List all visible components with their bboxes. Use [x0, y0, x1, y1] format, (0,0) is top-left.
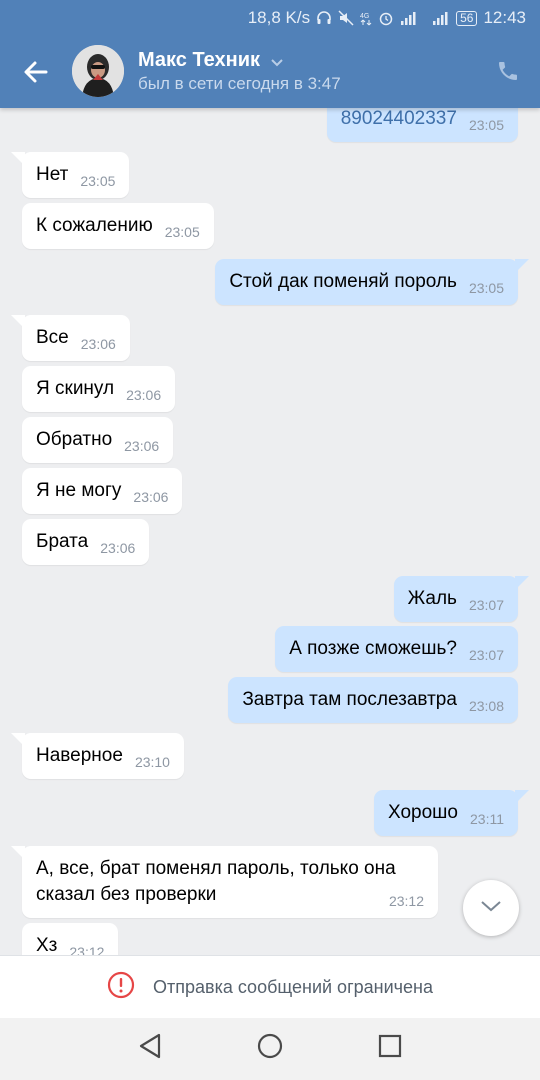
- message-text: Обратно: [36, 429, 113, 450]
- message-time: 23:06: [124, 438, 160, 454]
- message-time: 23:05: [468, 280, 504, 296]
- chat-header: 18,8 K/s 4G 56 12:43 Макс Техник был в с…: [0, 0, 540, 108]
- message-outgoing[interactable]: А позже сможешь? 23:07: [275, 626, 518, 672]
- battery-icon: 56: [456, 10, 478, 26]
- contact-name[interactable]: Макс Техник: [138, 49, 260, 72]
- message-text: А позже сможешь?: [289, 638, 457, 659]
- message-time: 23:05: [468, 117, 504, 133]
- message-incoming[interactable]: Обратно 23:06: [22, 417, 174, 463]
- message-incoming[interactable]: К сожалению 23:05: [22, 203, 214, 249]
- back-arrow-icon[interactable]: [22, 58, 50, 91]
- nav-home-icon[interactable]: [256, 1032, 284, 1065]
- alarm-icon: [378, 10, 394, 26]
- headphones-icon: [316, 10, 332, 26]
- scroll-down-button[interactable]: [463, 880, 519, 936]
- svg-text:4G: 4G: [360, 13, 369, 20]
- message-text: Хз: [36, 935, 58, 955]
- message-incoming[interactable]: Наверное 23:10: [11, 733, 184, 779]
- message-incoming[interactable]: Я не могу 23:06: [22, 468, 183, 514]
- network-speed: 18,8 K/s: [247, 8, 311, 27]
- message-time: 23:11: [470, 811, 504, 827]
- message-text: Я не могу: [36, 480, 122, 501]
- message-time: 23:12: [69, 944, 105, 955]
- message-time: 23:06: [133, 489, 169, 505]
- message-incoming[interactable]: Я скинул 23:06: [22, 366, 176, 412]
- message-text: Нет: [36, 164, 69, 185]
- message-time: 23:06: [100, 540, 136, 556]
- clock: 12:43: [483, 8, 526, 27]
- signal-icon: [400, 10, 418, 26]
- message-text: Я скинул: [36, 378, 115, 399]
- message-outgoing[interactable]: Хорошо 23:11: [374, 790, 529, 836]
- phone-icon[interactable]: [496, 59, 520, 88]
- message-time: 23:06: [126, 387, 162, 403]
- chevron-down-icon[interactable]: [270, 55, 284, 73]
- message-time: 23:07: [468, 597, 504, 613]
- message-outgoing[interactable]: Жаль 23:07: [393, 576, 530, 622]
- last-seen-status: был в сети сегодня в 3:47: [138, 74, 341, 93]
- message-text: Жаль: [407, 588, 457, 609]
- message-restriction-bar: Отправка сообщений ограничена: [0, 955, 540, 1018]
- restriction-text: Отправка сообщений ограничена: [153, 976, 433, 997]
- message-text: Хорошо: [388, 802, 458, 823]
- message-text: Наверное: [36, 745, 123, 766]
- message-outgoing[interactable]: Завтра там послезавтра 23:08: [228, 677, 518, 723]
- mute-icon: [338, 10, 354, 26]
- alert-icon: [107, 971, 135, 1004]
- message-incoming[interactable]: Все 23:06: [11, 315, 130, 361]
- message-time: 23:07: [468, 647, 504, 663]
- network-4g-icon: 4G: [360, 10, 372, 26]
- chevron-down-icon: [479, 899, 503, 918]
- nav-back-icon[interactable]: [137, 1032, 163, 1065]
- message-time: 23:08: [468, 698, 504, 714]
- status-bar: 18,8 K/s 4G 56 12:43: [0, 0, 540, 36]
- message-text[interactable]: 89024402337: [341, 108, 457, 130]
- message-text: А, все, брат поменял пароль, только она …: [36, 858, 396, 905]
- message-time: 23:05: [80, 173, 116, 189]
- message-incoming[interactable]: А, все, брат поменял пароль, только она …: [11, 846, 438, 918]
- message-outgoing[interactable]: Стой дак поменяй пороль 23:05: [215, 259, 529, 305]
- message-text: Завтра там послезавтра: [242, 689, 457, 710]
- message-incoming[interactable]: Хз 23:12: [22, 923, 119, 955]
- message-text: Все: [36, 327, 69, 348]
- message-list[interactable]: 89024402337 23:05 Нет 23:05 К сожалению …: [0, 0, 540, 955]
- message-time: 23:10: [134, 754, 170, 770]
- signal-icon: [432, 10, 450, 26]
- message-text: Стой дак поменяй пороль: [229, 271, 457, 292]
- avatar[interactable]: [72, 45, 124, 97]
- message-time: 23:05: [164, 224, 200, 240]
- message-incoming[interactable]: Брата 23:06: [22, 519, 150, 565]
- message-time: 23:06: [80, 336, 116, 352]
- system-nav-bar: [0, 1017, 540, 1080]
- message-time: 23:12: [388, 893, 424, 909]
- message-incoming[interactable]: Нет 23:05: [10, 152, 130, 198]
- nav-recents-icon[interactable]: [377, 1033, 403, 1064]
- message-text: Брата: [36, 531, 89, 552]
- message-text: К сожалению: [36, 215, 153, 236]
